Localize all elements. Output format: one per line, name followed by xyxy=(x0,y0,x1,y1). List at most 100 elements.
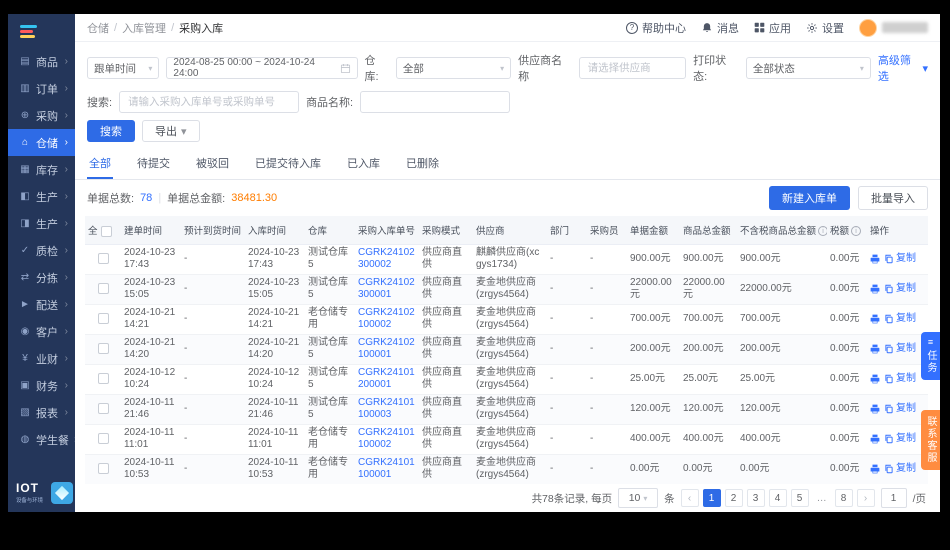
breadcrumb-item[interactable]: 入库管理 xyxy=(122,20,166,36)
sidebar-item-production-2[interactable]: ◨生产› xyxy=(8,210,75,237)
prev-page-button[interactable]: ‹ xyxy=(681,489,699,507)
bell-icon xyxy=(701,22,713,34)
row-checkbox[interactable] xyxy=(98,283,109,294)
pager-ellipsis[interactable]: … xyxy=(813,489,831,507)
page-button[interactable]: 3 xyxy=(747,489,765,507)
row-checkbox[interactable] xyxy=(98,253,109,264)
apps-button[interactable]: 应用 xyxy=(754,20,791,36)
sidebar-item-finance[interactable]: ▣财务› xyxy=(8,372,75,399)
row-checkbox[interactable] xyxy=(98,433,109,444)
page-size-select[interactable]: 10▾ xyxy=(618,488,658,508)
cell-goods-amount: 0.00元 xyxy=(680,454,737,484)
follow-time-select[interactable]: 跟单时间▾ xyxy=(87,57,159,79)
sidebar-item-sorting[interactable]: ⇄分拣› xyxy=(8,264,75,291)
copy-button[interactable]: 复制 xyxy=(884,433,916,446)
sidebar-item-business-finance[interactable]: ¥业财› xyxy=(8,345,75,372)
settings-button[interactable]: 设置 xyxy=(806,20,844,36)
row-checkbox[interactable] xyxy=(98,373,109,384)
row-checkbox[interactable] xyxy=(98,463,109,474)
supplier-filter-label: 供应商名称 xyxy=(518,52,572,84)
cell-supplier: 麦金地供应商(zrgys4564) xyxy=(473,364,547,394)
sidebar-item-production-1[interactable]: ◧生产› xyxy=(8,183,75,210)
print-icon[interactable] xyxy=(870,434,880,444)
copy-button[interactable]: 复制 xyxy=(884,463,916,476)
tab-0[interactable]: 全部 xyxy=(87,151,113,179)
copy-button[interactable]: 复制 xyxy=(884,403,916,416)
copy-button[interactable]: 复制 xyxy=(884,283,916,296)
tab-3[interactable]: 已提交待入库 xyxy=(253,151,323,179)
sidebar-item-orders[interactable]: ▥订单› xyxy=(8,75,75,102)
cell-expected: - xyxy=(181,304,245,334)
sidebar-item-purchase[interactable]: ⊕采购› xyxy=(8,102,75,129)
print-icon[interactable] xyxy=(870,314,880,324)
copy-button[interactable]: 复制 xyxy=(884,343,916,356)
sidebar-item-customer[interactable]: ◉客户› xyxy=(8,318,75,345)
cell-notax-amount: 900.00元 xyxy=(737,244,827,274)
sidebar-item-goods[interactable]: ▤商品› xyxy=(8,48,75,75)
page-button[interactable]: 2 xyxy=(725,489,743,507)
page-jump-input[interactable] xyxy=(881,488,907,508)
order-number-link[interactable]: CGRK24102300001 xyxy=(358,277,415,301)
tab-4[interactable]: 已入库 xyxy=(345,151,382,179)
copy-button[interactable]: 复制 xyxy=(884,373,916,386)
supplier-input[interactable] xyxy=(586,61,679,75)
help-center-button[interactable]: ? 帮助中心 xyxy=(626,20,686,36)
cell-expected: - xyxy=(181,244,245,274)
chevron-right-icon: › xyxy=(65,164,68,175)
reports-icon: ▧ xyxy=(19,407,31,418)
page-button[interactable]: 1 xyxy=(703,489,721,507)
sidebar-item-delivery[interactable]: ►配送› xyxy=(8,291,75,318)
cell-buyer: - xyxy=(587,274,627,304)
orders-icon: ▥ xyxy=(19,83,31,94)
new-inbound-button[interactable]: 新建入库单 xyxy=(769,186,850,210)
tab-1[interactable]: 待提交 xyxy=(135,151,172,179)
copy-button[interactable]: 复制 xyxy=(884,313,916,326)
warehouse-select[interactable]: 全部▾ xyxy=(396,57,511,79)
next-page-button[interactable]: › xyxy=(857,489,875,507)
order-number-link[interactable]: CGRK24101100003 xyxy=(358,397,415,421)
row-checkbox[interactable] xyxy=(98,343,109,354)
print-icon[interactable] xyxy=(870,254,880,264)
export-button[interactable]: 导出▾ xyxy=(142,120,200,142)
order-number-link[interactable]: CGRK24101200001 xyxy=(358,367,415,391)
page-button[interactable]: 5 xyxy=(791,489,809,507)
customer-service-float-button[interactable]: 联系客服 xyxy=(921,410,940,470)
sidebar-item-inventory[interactable]: ▦库存› xyxy=(8,156,75,183)
page-button[interactable]: 8 xyxy=(835,489,853,507)
page-button[interactable]: 4 xyxy=(769,489,787,507)
print-icon[interactable] xyxy=(870,464,880,474)
order-number-link[interactable]: CGRK24102100001 xyxy=(358,337,415,361)
order-number-link[interactable]: CGRK24101100002 xyxy=(358,427,415,451)
order-search-input[interactable] xyxy=(126,95,292,109)
advanced-filter-link[interactable]: 高级筛选▾ xyxy=(878,52,928,84)
search-button[interactable]: 搜索 xyxy=(87,120,135,142)
tab-5[interactable]: 已删除 xyxy=(404,151,441,179)
copy-button[interactable]: 复制 xyxy=(884,253,916,266)
row-checkbox[interactable] xyxy=(98,313,109,324)
row-checkbox[interactable] xyxy=(98,403,109,414)
select-all-checkbox[interactable] xyxy=(101,226,112,237)
date-range-picker[interactable]: 2024-08-25 00:00 ~ 2024-10-24 24:00 xyxy=(166,57,357,79)
print-icon[interactable] xyxy=(870,344,880,354)
order-number-link[interactable]: CGRK24102300002 xyxy=(358,247,415,271)
print-icon[interactable] xyxy=(870,374,880,384)
tab-2[interactable]: 被驳回 xyxy=(194,151,231,179)
user-account[interactable] xyxy=(859,19,928,37)
task-float-button[interactable]: ≡ 任务 xyxy=(921,332,940,380)
print-icon[interactable] xyxy=(870,284,880,294)
breadcrumb-item[interactable]: 仓储 xyxy=(87,20,109,36)
batch-import-button[interactable]: 批量导入 xyxy=(858,186,928,210)
sidebar-item-warehouse[interactable]: ⌂仓储› xyxy=(8,129,75,156)
sidebar-item-reports[interactable]: ▧报表› xyxy=(8,399,75,426)
sidebar-item-quality[interactable]: ✓质检› xyxy=(8,237,75,264)
cell-order-no: CGRK24102100001 xyxy=(355,334,419,364)
product-name-input[interactable] xyxy=(367,95,503,109)
cell-order-no: CGRK24102300002 xyxy=(355,244,419,274)
print-status-select[interactable]: 全部状态▾ xyxy=(746,57,871,79)
order-number-link[interactable]: CGRK24101100001 xyxy=(358,457,415,481)
sidebar-item-student-meal[interactable]: ◍学生餐› xyxy=(8,426,75,453)
messages-button[interactable]: 消息 xyxy=(701,20,739,36)
order-number-link[interactable]: CGRK24102100002 xyxy=(358,307,415,331)
print-icon[interactable] xyxy=(870,404,880,414)
row-select-cell xyxy=(85,364,121,394)
